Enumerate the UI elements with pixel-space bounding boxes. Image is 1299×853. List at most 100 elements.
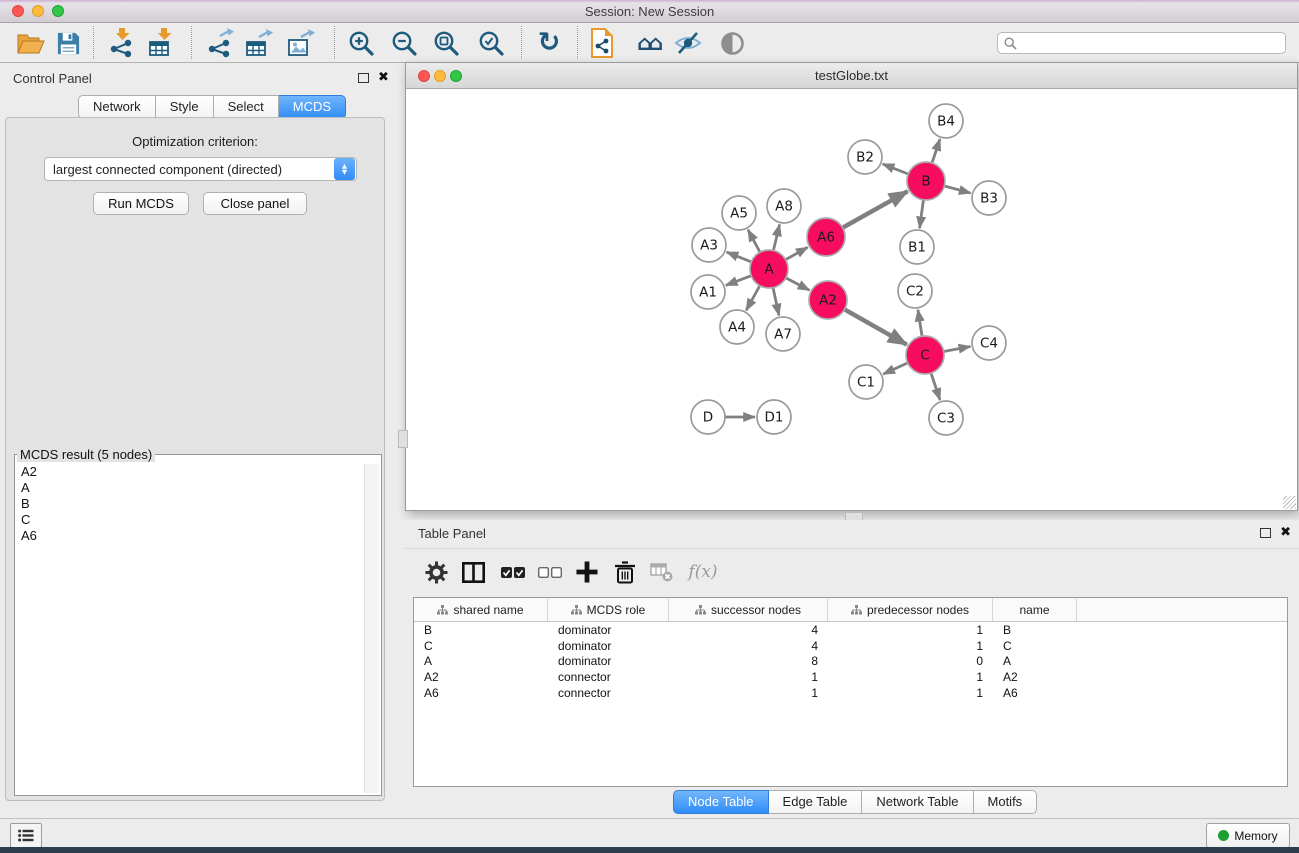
criterion-dropdown[interactable]: largest connected component (directed) ▲… xyxy=(44,157,357,181)
search-icon xyxy=(1004,37,1017,50)
result-scrollbar[interactable] xyxy=(364,464,379,793)
home-icon[interactable]: ⌂⌂ xyxy=(631,27,665,59)
export-image-icon[interactable] xyxy=(284,27,318,59)
column-header-successor-nodes[interactable]: successor nodes xyxy=(669,598,828,621)
table-row[interactable]: Bdominator41B xyxy=(414,622,1287,638)
mcds-result-list: A2ABCA6 xyxy=(17,464,363,793)
zoom-in-icon[interactable] xyxy=(344,27,378,59)
graph-node-A2[interactable]: A2 xyxy=(809,281,847,319)
search-field[interactable] xyxy=(997,32,1286,54)
tab-edge-table[interactable]: Edge Table xyxy=(769,790,863,814)
cell-name: A6 xyxy=(993,686,1077,700)
cell-successor-nodes: 1 xyxy=(669,670,828,684)
hide-graphics-details-icon[interactable] xyxy=(671,27,705,59)
tab-node-table[interactable]: Node Table xyxy=(673,790,769,814)
list-icon xyxy=(18,829,34,842)
result-item[interactable]: A6 xyxy=(17,528,363,544)
svg-text:A1: A1 xyxy=(699,285,717,301)
delete-rows-icon[interactable] xyxy=(611,559,639,585)
graph-node-C3[interactable]: C3 xyxy=(929,401,963,435)
result-item[interactable]: B xyxy=(17,496,363,512)
export-network-icon[interactable] xyxy=(203,27,237,59)
vertical-splitter-handle[interactable] xyxy=(398,430,408,448)
cell-MCDS-role: dominator xyxy=(548,654,669,668)
export-table-icon[interactable] xyxy=(242,27,276,59)
import-network-icon[interactable] xyxy=(105,27,139,59)
graph-node-A6[interactable]: A6 xyxy=(807,218,845,256)
close-table-panel-icon[interactable]: ✖ xyxy=(1280,527,1291,539)
graph-node-A1[interactable]: A1 xyxy=(691,275,725,309)
graph-node-A8[interactable]: A8 xyxy=(767,189,801,223)
memory-label: Memory xyxy=(1234,829,1277,843)
column-header-name[interactable]: name xyxy=(993,598,1077,621)
graph-node-C[interactable]: C xyxy=(906,336,944,374)
graph-node-D[interactable]: D xyxy=(691,400,725,434)
show-graphics-details-icon[interactable] xyxy=(715,27,749,59)
hierarchy-icon xyxy=(571,605,582,615)
add-row-icon[interactable] xyxy=(573,559,601,585)
table-row[interactable]: Adominator80A xyxy=(414,653,1287,669)
table-panel: Table Panel ✖ f(x) shared nameMCDS r xyxy=(405,520,1299,816)
show-columns-icon[interactable] xyxy=(459,559,487,585)
function-builder-icon: f(x) xyxy=(686,559,720,585)
graph-node-C2[interactable]: C2 xyxy=(898,274,932,308)
graph-node-A4[interactable]: A4 xyxy=(720,310,754,344)
cell-shared-name: A6 xyxy=(414,686,548,700)
close-panel-button[interactable]: Close panel xyxy=(203,192,307,215)
tab-motifs[interactable]: Motifs xyxy=(974,790,1038,814)
result-item[interactable]: A2 xyxy=(17,464,363,480)
refresh-icon[interactable]: ↻ xyxy=(532,27,566,59)
graph-node-B[interactable]: B xyxy=(907,162,945,200)
graph-node-D1[interactable]: D1 xyxy=(757,400,791,434)
graph-node-B1[interactable]: B1 xyxy=(900,230,934,264)
tab-network[interactable]: Network xyxy=(78,95,156,119)
graph-node-B3[interactable]: B3 xyxy=(972,181,1006,215)
svg-text:C1: C1 xyxy=(857,375,875,391)
window-resize-grip[interactable] xyxy=(1283,496,1296,509)
table-settings-icon[interactable] xyxy=(422,559,450,585)
column-header-shared-name[interactable]: shared name xyxy=(414,598,548,621)
run-mcds-button[interactable]: Run MCDS xyxy=(93,192,189,215)
zoom-fit-content-icon[interactable] xyxy=(429,27,463,59)
main-toolbar: ↻ ⌂⌂ xyxy=(0,23,1299,63)
import-table-icon[interactable] xyxy=(145,27,179,59)
desktop-background xyxy=(0,847,1299,853)
column-header-MCDS-role[interactable]: MCDS role xyxy=(548,598,669,621)
svg-text:D1: D1 xyxy=(765,410,784,426)
network-view-window: testGlobe.txt AA1A2A3A4A5A6A7A8BB1B2B3B4… xyxy=(405,62,1298,511)
memory-button[interactable]: Memory xyxy=(1206,823,1290,848)
deselect-all-icon[interactable] xyxy=(536,559,564,585)
result-item[interactable]: A xyxy=(17,480,363,496)
table-row[interactable]: Cdominator41C xyxy=(414,638,1287,654)
graph-node-A3[interactable]: A3 xyxy=(692,228,726,262)
result-item[interactable]: C xyxy=(17,512,363,528)
graph-node-A[interactable]: A xyxy=(750,250,788,288)
tab-style[interactable]: Style xyxy=(156,95,214,119)
graph-node-C1[interactable]: C1 xyxy=(849,365,883,399)
close-panel-icon[interactable]: ✖ xyxy=(378,72,389,84)
zoom-selected-icon[interactable] xyxy=(474,27,508,59)
graph-node-A7[interactable]: A7 xyxy=(766,317,800,351)
open-session-icon[interactable] xyxy=(14,27,48,59)
tab-select[interactable]: Select xyxy=(214,95,279,119)
float-table-panel-icon[interactable] xyxy=(1260,528,1271,538)
network-canvas[interactable]: A A1 A2 A3 A4 A5 A6 A7 A8 B B1 B2 B3 B4 C C1 C2 C3 C4 D D1 xyxy=(406,88,1297,510)
tab-network-table[interactable]: Network Table xyxy=(862,790,973,814)
table-row[interactable]: A2connector11A2 xyxy=(414,669,1287,685)
graph-node-A5[interactable]: A5 xyxy=(722,196,756,230)
save-session-icon[interactable] xyxy=(51,27,85,59)
table-panel-title: Table Panel xyxy=(418,526,486,541)
graph-node-B2[interactable]: B2 xyxy=(848,140,882,174)
table-row[interactable]: A6connector11A6 xyxy=(414,685,1287,701)
open-network-file-icon[interactable] xyxy=(585,27,619,59)
select-all-icon[interactable] xyxy=(499,559,527,585)
column-header-predecessor-nodes[interactable]: predecessor nodes xyxy=(828,598,993,621)
search-input[interactable] xyxy=(1021,35,1285,51)
float-panel-icon[interactable] xyxy=(358,73,369,83)
graph-node-B4[interactable]: B4 xyxy=(929,104,963,138)
graph-node-C4[interactable]: C4 xyxy=(972,326,1006,360)
dropdown-stepper-icon: ▲▼ xyxy=(334,158,355,180)
zoom-out-icon[interactable] xyxy=(387,27,421,59)
tab-mcds[interactable]: MCDS xyxy=(279,95,346,119)
task-history-button[interactable] xyxy=(10,823,42,848)
